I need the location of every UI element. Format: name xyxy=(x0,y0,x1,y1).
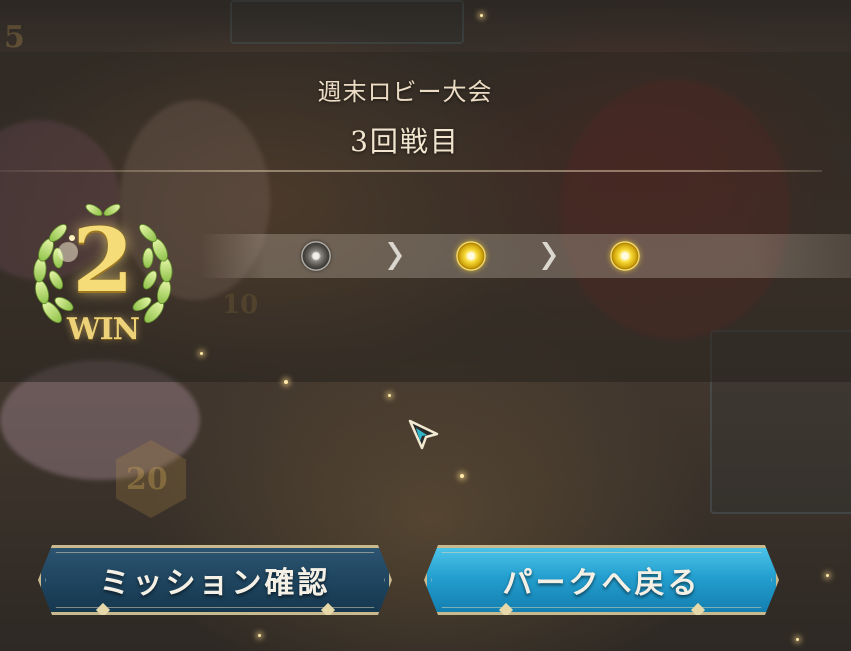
sparkle xyxy=(200,352,203,355)
sparkle xyxy=(258,634,261,637)
result-screen: 20 10 5 週末ロビー大会 3回戦目 xyxy=(0,0,851,651)
button-ornament xyxy=(320,602,334,616)
sparkle xyxy=(460,474,464,478)
background-decor-number: 20 xyxy=(126,462,168,497)
back-to-park-label: パークへ戻る xyxy=(502,566,701,601)
divider xyxy=(0,170,822,172)
medal-icon xyxy=(456,241,486,271)
event-title: 週末ロビー大会 xyxy=(317,78,493,106)
mission-check-label: ミッション確認 xyxy=(99,566,331,601)
sparkle xyxy=(284,380,288,384)
medal-icon xyxy=(610,241,640,271)
medal-icon xyxy=(301,241,331,271)
button-ornament xyxy=(498,602,512,616)
cursor-icon xyxy=(408,419,439,450)
top-band xyxy=(0,0,851,52)
sparkle xyxy=(826,574,829,577)
win-count: 2 xyxy=(72,208,134,312)
button-ornament xyxy=(95,602,109,616)
win-label: WIN xyxy=(66,312,140,347)
progress-strip xyxy=(200,234,851,278)
win-badge: 2 WIN xyxy=(28,200,178,360)
round-title: 3回戦目 xyxy=(350,125,460,158)
mission-check-button[interactable]: ミッション確認 xyxy=(38,545,392,615)
sparkle xyxy=(480,14,483,17)
button-ornament xyxy=(690,602,704,616)
sparkle xyxy=(388,394,391,397)
sparkle xyxy=(796,638,799,641)
back-to-park-button[interactable]: パークへ戻る xyxy=(424,545,779,615)
